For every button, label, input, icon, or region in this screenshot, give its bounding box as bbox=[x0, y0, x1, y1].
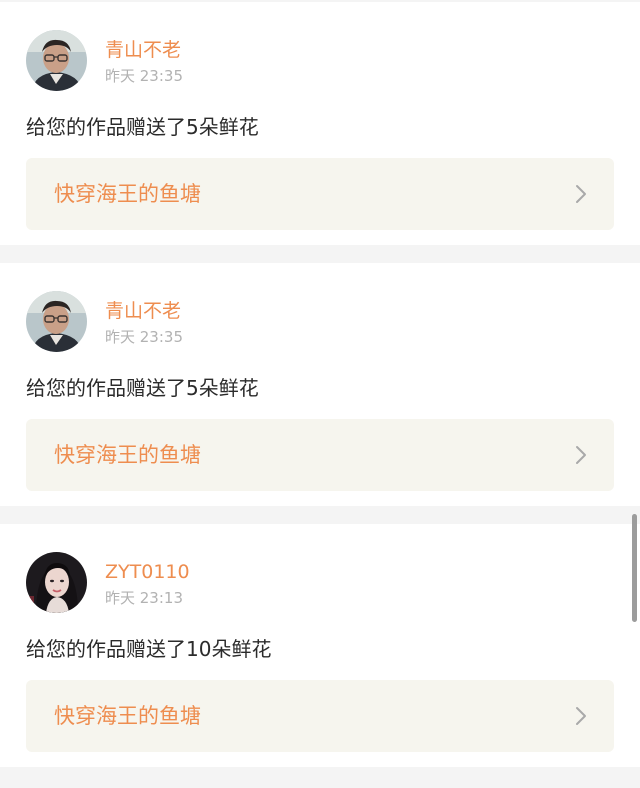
notification-card: 青山不老 昨天 23:35 给您的作品赠送了5朵鲜花 快穿海王的鱼塘 bbox=[0, 2, 640, 245]
work-title: 快穿海王的鱼塘 bbox=[54, 704, 201, 728]
username[interactable]: 青山不老 bbox=[105, 299, 181, 323]
timestamp: 昨天 23:35 bbox=[105, 67, 183, 85]
notification-card: ZYT0110 昨天 23:13 给您的作品赠送了10朵鲜花 快穿海王的鱼塘 bbox=[0, 524, 640, 767]
gift-message: 给您的作品赠送了10朵鲜花 bbox=[26, 637, 272, 661]
timestamp: 昨天 23:35 bbox=[105, 328, 183, 346]
female-portrait-avatar-icon bbox=[26, 552, 87, 613]
user-avatar[interactable] bbox=[26, 30, 87, 91]
timestamp: 昨天 23:13 bbox=[105, 589, 183, 607]
male-portrait-avatar-icon bbox=[26, 30, 87, 91]
scrollbar[interactable] bbox=[632, 514, 637, 622]
work-title: 快穿海王的鱼塘 bbox=[54, 182, 201, 206]
user-avatar[interactable] bbox=[26, 291, 87, 352]
gift-message: 给您的作品赠送了5朵鲜花 bbox=[26, 115, 259, 139]
chevron-right-icon bbox=[576, 707, 586, 725]
chevron-right-icon bbox=[576, 185, 586, 203]
user-avatar[interactable] bbox=[26, 552, 87, 613]
chevron-right-icon bbox=[576, 446, 586, 464]
username[interactable]: 青山不老 bbox=[105, 38, 181, 62]
notification-card: 青山不老 昨天 23:35 给您的作品赠送了5朵鲜花 快穿海王的鱼塘 bbox=[0, 263, 640, 506]
gift-message: 给您的作品赠送了5朵鲜花 bbox=[26, 376, 259, 400]
work-link-card[interactable]: 快穿海王的鱼塘 bbox=[26, 419, 614, 491]
male-portrait-avatar-icon bbox=[26, 291, 87, 352]
work-title: 快穿海王的鱼塘 bbox=[54, 443, 201, 467]
work-link-card[interactable]: 快穿海王的鱼塘 bbox=[26, 158, 614, 230]
username[interactable]: ZYT0110 bbox=[105, 560, 190, 584]
work-link-card[interactable]: 快穿海王的鱼塘 bbox=[26, 680, 614, 752]
